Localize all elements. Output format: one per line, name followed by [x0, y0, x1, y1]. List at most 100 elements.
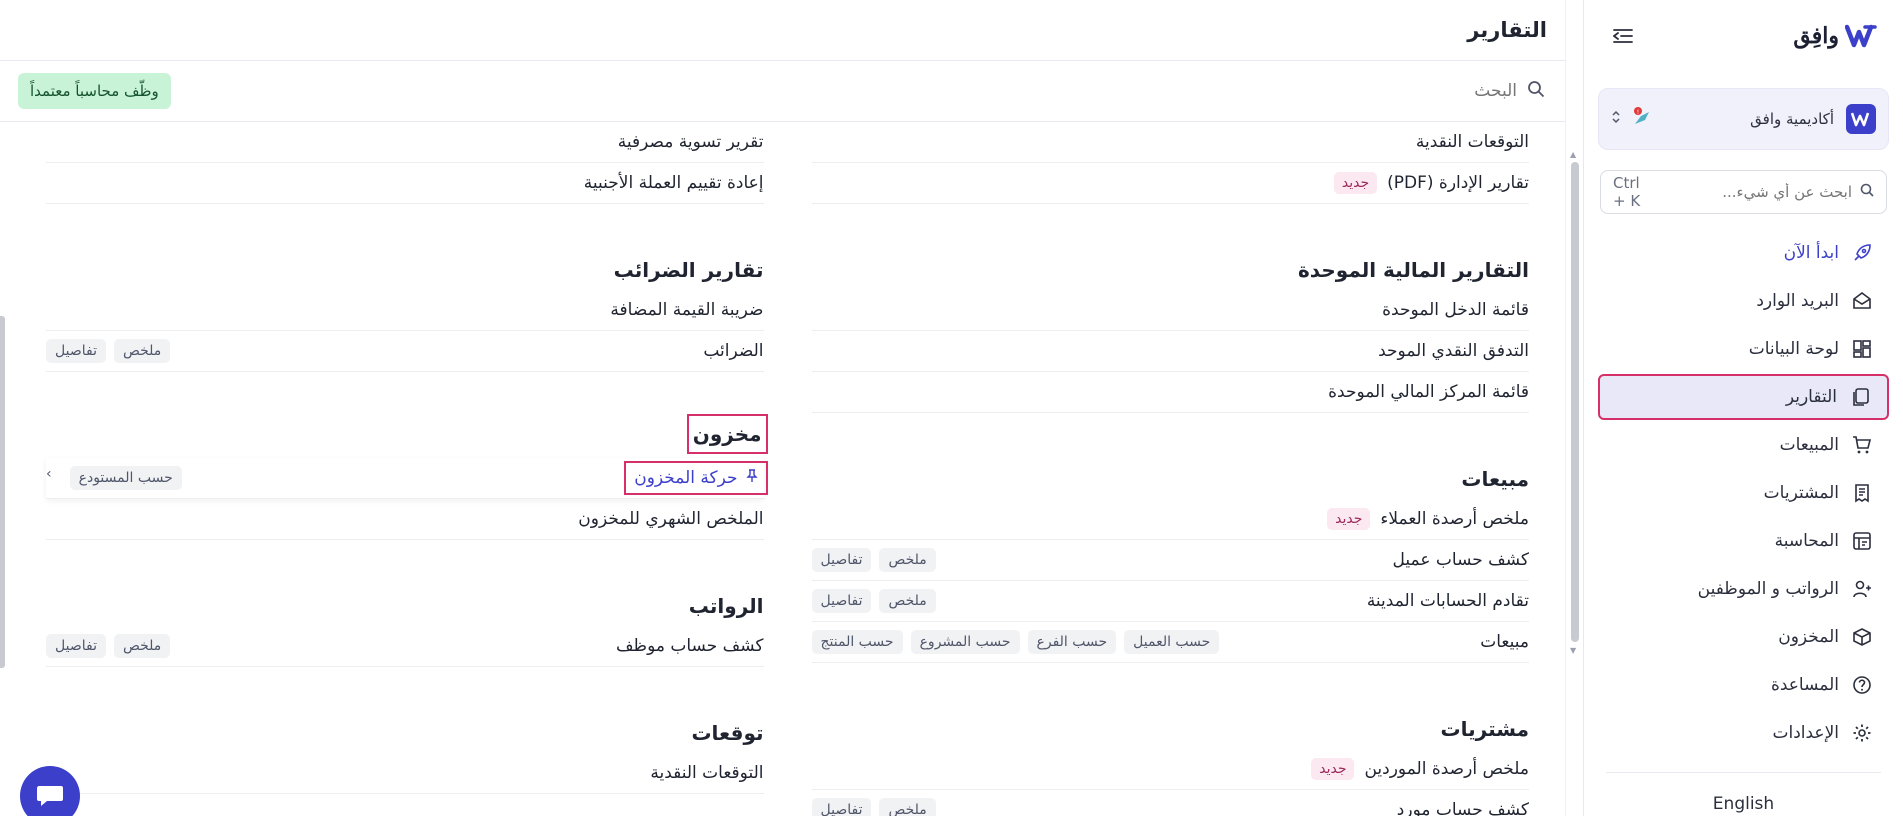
sidebar-collapse-button[interactable] — [1610, 23, 1636, 49]
sidebar-item-settings[interactable]: الإعدادات — [1598, 710, 1889, 756]
by-branch-tag[interactable]: حسب الفرع — [1027, 630, 1117, 654]
reports-icon — [1849, 386, 1871, 408]
sidebar-item-label: المساعدة — [1770, 675, 1839, 695]
sidebar-nav: ابدأ الآن البريد الوارد لوحة البيانات ال… — [1584, 230, 1903, 756]
report-row-sales[interactable]: مبيعات حسب العميل حسب الفرع حسب المشروع حسب … — [811, 622, 1529, 663]
scroll-down-icon[interactable]: ▼ — [1570, 646, 1576, 655]
report-search-bar: وظّف محاسباً معتمداً — [0, 61, 1565, 122]
report-row-management-pdf[interactable]: تقارير الإدارة (PDF) جديد — [811, 163, 1529, 204]
wafeq-logo-icon — [1844, 23, 1877, 49]
group-title-taxes: تقارير الضرائب — [613, 258, 764, 282]
report-row-forecast-cash[interactable]: التوقعات النقدية — [46, 753, 764, 794]
group-title-inventory-wrap: مخزون — [46, 412, 768, 458]
report-row-ar-aging[interactable]: تقادم الحسابات المدينة ملخص تفاصيل — [811, 581, 1529, 622]
report-row-consolidated-cashflow[interactable]: التدفق النقدي الموحد — [811, 331, 1529, 372]
group-title-forecasts: توقعات — [691, 721, 764, 745]
sidebar-item-payroll[interactable]: الرواتب و الموظفين — [1598, 566, 1889, 612]
global-search-input[interactable] — [1658, 183, 1852, 201]
side-panel-handle[interactable] — [0, 316, 5, 668]
report-tags: ملخص تفاصيل — [811, 589, 936, 613]
org-switcher[interactable]: أكاديمية وافق ! — [1598, 88, 1889, 150]
svg-text:!: ! — [1637, 109, 1639, 116]
report-label-wrap: ملخص أرصدة الموردين جديد — [1311, 758, 1529, 780]
report-row-fx-revaluation[interactable]: إعادة تقييم العملة الأجنبية — [46, 163, 764, 204]
by-customer-tag[interactable]: حسب العميل — [1124, 630, 1220, 654]
report-row-inventory-monthly[interactable]: الملخص الشهري للمخزون — [46, 499, 764, 540]
report-label: الضرائب — [703, 341, 764, 361]
page-header: التقارير — [0, 0, 1565, 61]
sidebar-item-purchases[interactable]: المشتريات — [1598, 470, 1889, 516]
report-row-bank-reconciliation[interactable]: تقرير تسوية مصرفية — [46, 122, 764, 163]
rocket-notification-icon[interactable]: ! — [1631, 106, 1655, 132]
report-label: كشف حساب مورد — [1396, 800, 1529, 816]
report-label: قائمة الدخل الموحدة — [1382, 300, 1529, 320]
report-row-supplier-balances[interactable]: ملخص أرصدة الموردين جديد — [811, 749, 1529, 790]
sidebar-item-label: الإعدادات — [1772, 723, 1839, 743]
sidebar-item-reports[interactable]: التقارير — [1598, 374, 1889, 420]
report-row-customer-balances[interactable]: ملخص أرصدة العملاء جديد — [811, 499, 1529, 540]
details-tag[interactable]: تفاصيل — [46, 634, 106, 658]
report-row-taxes[interactable]: الضرائب ملخص تفاصيل — [46, 331, 764, 372]
sidebar-item-accounting[interactable]: المحاسبة — [1598, 518, 1889, 564]
sidebar-item-help[interactable]: المساعدة — [1598, 662, 1889, 708]
summary-tag[interactable]: ملخص — [113, 339, 171, 363]
brand-logo[interactable]: وافِق — [1793, 23, 1877, 49]
sidebar-item-sales[interactable]: المبيعات — [1598, 422, 1889, 468]
chevron-updown-icon[interactable] — [1611, 109, 1621, 129]
sidebar-item-label: المحاسبة — [1774, 531, 1839, 551]
report-row-supplier-statement[interactable]: كشف حساب مورد ملخص تفاصيل — [811, 790, 1529, 816]
details-tag[interactable]: تفاصيل — [46, 339, 106, 363]
inbox-icon — [1851, 290, 1873, 312]
by-product-tag[interactable]: حسب المنتج — [811, 630, 903, 654]
by-warehouse-tag[interactable]: حسب المستودع — [69, 466, 182, 490]
details-tag[interactable]: تفاصيل — [811, 589, 872, 613]
brand-name: وافِق — [1793, 23, 1839, 49]
new-badge: جديد — [1333, 172, 1378, 194]
report-row-customer-statement[interactable]: كشف حساب عميل ملخص تفاصيل — [811, 540, 1529, 581]
report-row-inventory-movement[interactable]: حركة المخزون حسب المستودع › — [46, 458, 768, 499]
report-label: إعادة تقييم العملة الأجنبية — [583, 173, 764, 193]
summary-tag[interactable]: ملخص — [879, 548, 936, 572]
sidebar-divider — [1606, 772, 1881, 773]
users-icon — [1851, 578, 1873, 600]
report-tags: ملخص تفاصيل — [46, 339, 171, 363]
chat-bubble-icon — [37, 786, 63, 806]
report-row-cash-forecast[interactable]: التوقعات النقدية — [811, 122, 1529, 163]
hire-accountant-button[interactable]: وظّف محاسباً معتمداً — [18, 73, 171, 109]
summary-tag[interactable]: ملخص — [879, 589, 936, 613]
pin-icon[interactable] — [745, 468, 758, 488]
sidebar-item-label: المخزون — [1778, 627, 1839, 647]
cart-icon — [1851, 434, 1873, 456]
report-row-consolidated-balance[interactable]: قائمة المركز المالي الموحدة — [811, 372, 1529, 413]
report-row-consolidated-income[interactable]: قائمة الدخل الموحدة — [811, 290, 1529, 331]
sidebar-item-get-started[interactable]: ابدأ الآن — [1598, 230, 1889, 276]
sidebar-item-inventory[interactable]: المخزون — [1598, 614, 1889, 660]
main-scrollbar[interactable]: ▲ ▼ — [1565, 0, 1583, 816]
search-shortcut: Ctrl + K — [1613, 174, 1641, 210]
sidebar-item-dashboard[interactable]: لوحة البيانات — [1598, 326, 1889, 372]
sidebar-item-inbox[interactable]: البريد الوارد — [1598, 278, 1889, 324]
ledger-icon — [1851, 530, 1873, 552]
report-label: مبيعات — [1480, 632, 1529, 652]
scroll-up-icon[interactable]: ▲ — [1570, 150, 1576, 159]
report-search-input[interactable] — [1277, 81, 1517, 101]
scrollbar-thumb[interactable] — [1571, 162, 1579, 642]
report-label: كشف حساب موظف — [615, 636, 764, 656]
chevron-left-icon[interactable]: › — [46, 466, 52, 490]
details-tag[interactable]: تفاصيل — [811, 548, 872, 572]
summary-tag[interactable]: ملخص — [113, 634, 171, 658]
by-project-tag[interactable]: حسب المشروع — [910, 630, 1020, 654]
logo-row: وافِق — [1584, 0, 1903, 72]
report-row-employee-statement[interactable]: كشف حساب موظف ملخص تفاصيل — [46, 626, 764, 667]
summary-tag[interactable]: ملخص — [879, 798, 936, 816]
group-title-consolidated: التقارير المالية الموحدة — [1298, 258, 1529, 282]
report-row-vat[interactable]: ضريبة القيمة المضافة — [46, 290, 764, 331]
language-toggle[interactable]: English — [1584, 794, 1903, 816]
report-label: التوقعات النقدية — [650, 763, 764, 783]
sidebar-item-label: البريد الوارد — [1756, 291, 1839, 311]
details-tag[interactable]: تفاصيل — [811, 798, 872, 816]
